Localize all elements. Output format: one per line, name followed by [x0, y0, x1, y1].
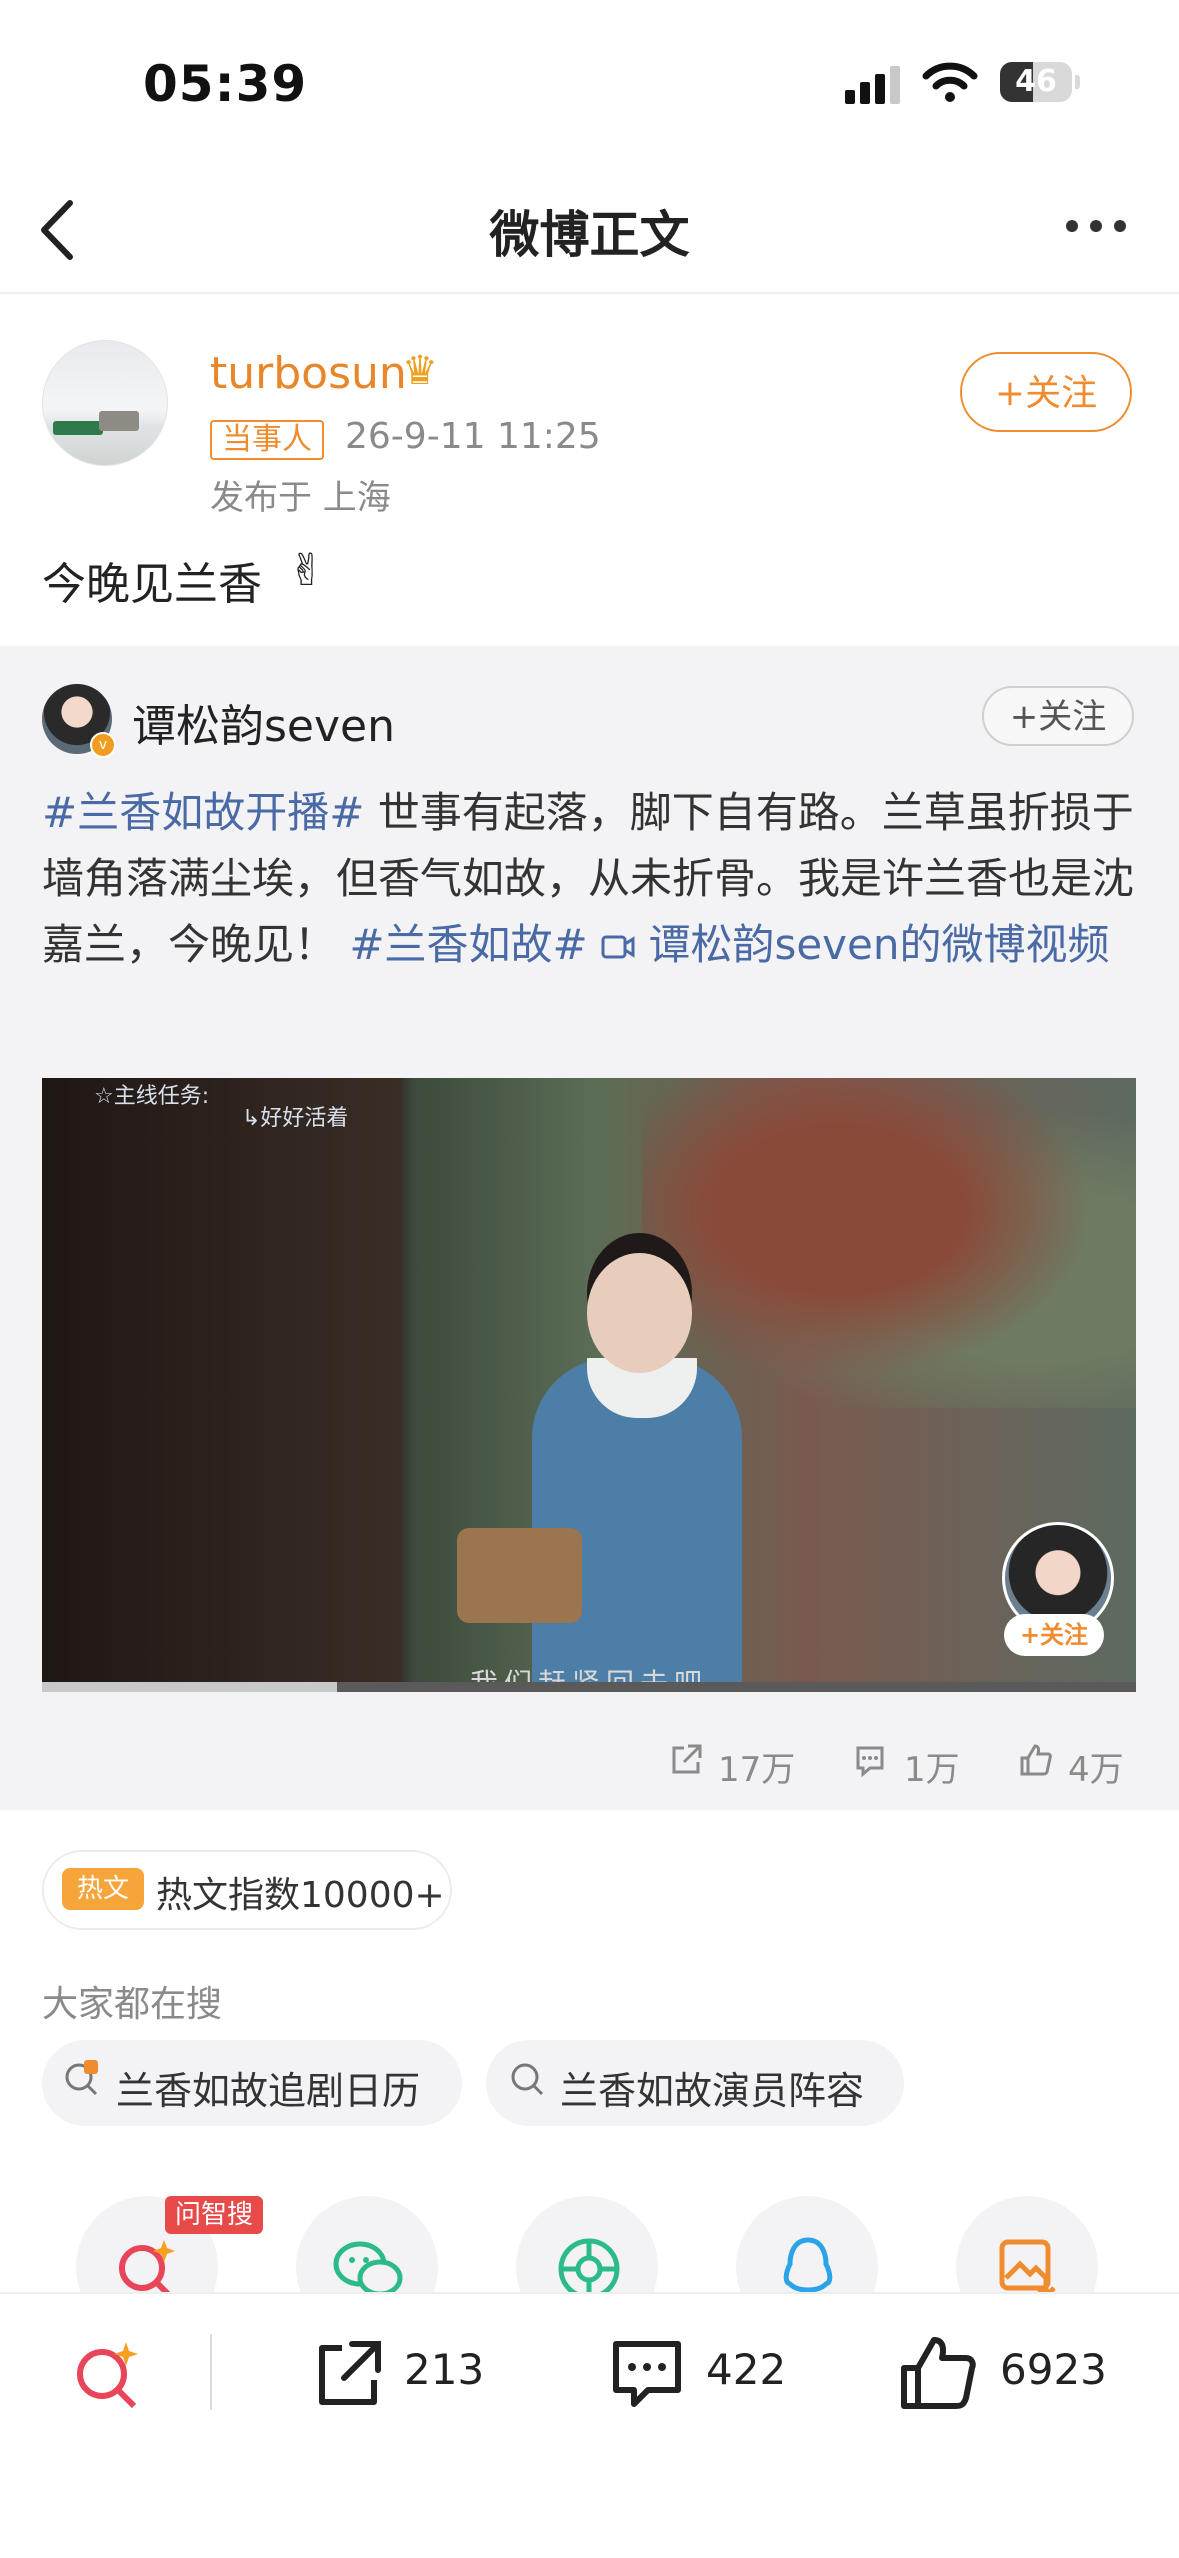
comment-count[interactable]: 1万: [904, 1742, 960, 1791]
like-icon[interactable]: [898, 2334, 980, 2414]
verified-badge-icon: v: [90, 732, 116, 758]
battery-cap: [1075, 75, 1080, 89]
more-button[interactable]: [1060, 210, 1140, 240]
hot-search-icon: [62, 2058, 102, 2107]
hot-tag: 热文: [62, 1868, 144, 1910]
nav-divider: [0, 292, 1179, 294]
video-mission-label: ☆主线任务:: [94, 1084, 210, 1109]
crown-icon: ♛: [402, 348, 438, 394]
repost-icon[interactable]: [668, 1742, 704, 1778]
bottom-divider: [210, 2334, 212, 2410]
author-name[interactable]: turbosun: [210, 348, 407, 399]
video-player[interactable]: ☆主线任务: ↳好好活着 我们赶紧回去吧 +关注: [42, 1078, 1136, 1692]
repost-follow-button[interactable]: +关注: [982, 686, 1134, 746]
bottom-action-bar: [0, 2292, 1179, 2558]
ask-badge: 问智搜: [165, 2196, 263, 2234]
repost-text: #兰香如故开播# 世事有起落，脚下自有路。兰草虽折损于墙角落满尘埃，但香气如故，…: [42, 780, 1142, 978]
video-progress-fill: [42, 1682, 338, 1692]
repost-icon[interactable]: [308, 2334, 388, 2414]
bottom-like-count[interactable]: 6923: [1000, 2345, 1107, 2394]
ai-search-button[interactable]: [68, 2336, 148, 2420]
search-icon: [508, 2058, 548, 2107]
like-count[interactable]: 4万: [1068, 1742, 1124, 1791]
repost-author-name[interactable]: 谭松韵seven: [132, 690, 395, 754]
post-location: 发布于 上海: [210, 478, 391, 518]
hashtag-link[interactable]: #兰香如故开播#: [42, 788, 364, 837]
comment-icon[interactable]: [606, 2334, 688, 2414]
page-title: 微博正文: [489, 206, 690, 264]
hashtag-link[interactable]: #兰香如故#: [349, 920, 587, 969]
like-icon[interactable]: [1018, 1742, 1054, 1778]
video-link[interactable]: 谭松韵seven的微博视频: [588, 920, 1110, 969]
search-section-title: 大家都在搜: [42, 1984, 223, 2025]
follow-button[interactable]: +关注: [960, 352, 1132, 432]
victory-hand-icon: ✌: [288, 545, 325, 596]
post-time: 26-9-11 11:25: [345, 416, 601, 457]
search-chip-label: 兰香如故追剧日历: [116, 2069, 421, 2113]
search-chip-label: 兰香如故演员阵容: [560, 2069, 865, 2113]
role-badge: 当事人: [210, 420, 324, 460]
ai-search-icon: [77, 2342, 138, 2409]
post-text: 今晚见兰香: [42, 559, 262, 610]
bottom-comment-count[interactable]: 422: [706, 2345, 786, 2394]
repost-count[interactable]: 17万: [718, 1742, 795, 1791]
wifi-icon: [922, 62, 978, 102]
status-time: 05:39: [143, 55, 308, 113]
video-link-icon: [601, 935, 635, 959]
bottom-repost-count[interactable]: 213: [404, 2345, 484, 2394]
hot-index-text: 热文指数10000+: [156, 1875, 445, 1916]
signal-icon: [845, 66, 900, 104]
comment-icon[interactable]: [852, 1742, 888, 1778]
video-host-follow-button[interactable]: +关注: [1004, 1614, 1104, 1656]
video-mission-sub: ↳好好活着: [242, 1106, 349, 1131]
author-avatar[interactable]: [42, 340, 168, 466]
battery-percent: 46: [1015, 64, 1057, 99]
